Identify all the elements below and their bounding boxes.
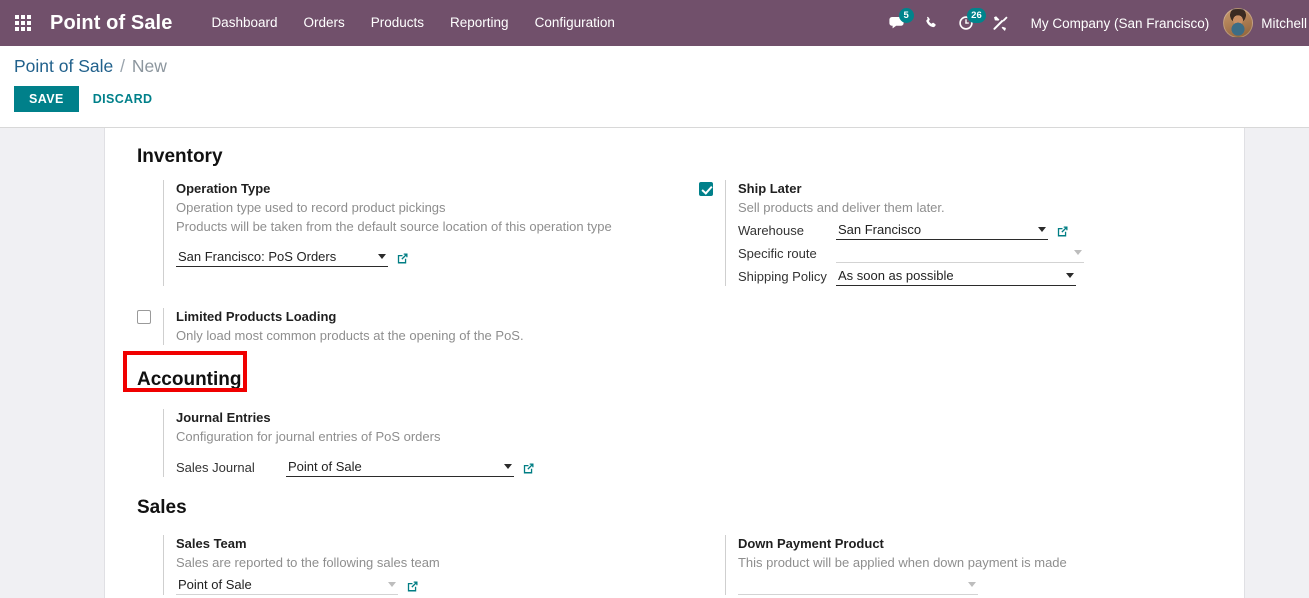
operation-type-label: Operation Type [176,180,689,198]
shipping-policy-field-line: Shipping Policy As soon as possible [738,267,1244,286]
ship-later-checkbox-cell [699,180,725,286]
shipping-policy-value: As soon as possible [838,268,954,283]
user-avatar [1223,8,1253,38]
messages-count-badge: 5 [899,8,914,23]
shipping-policy-label: Shipping Policy [738,269,836,286]
sales-team-description: Sales are reported to the following sale… [176,553,689,572]
operation-type-checkbox-spacer [137,180,163,286]
operation-type-description-1: Operation type used to record product pi… [176,198,689,217]
chevron-down-icon [968,582,976,587]
journal-entries-checkbox-spacer [137,409,163,477]
breadcrumb-separator: / [120,56,125,76]
sales-settings-row: Sales Team Sales are reported to the fol… [105,535,1244,595]
user-menu[interactable]: Mitchell [1223,8,1309,38]
sales-journal-field-line: Sales Journal Point of Sale [176,458,694,477]
main-menu: Dashboard Orders Products Reporting Conf… [198,0,627,46]
limited-products-loading-label: Limited Products Loading [176,308,694,326]
section-title-sales: Sales [137,497,187,519]
sales-team-select[interactable]: Point of Sale [176,576,398,595]
sales-team-label: Sales Team [176,535,689,553]
down-payment-checkbox-spacer [699,535,725,595]
warehouse-label: Warehouse [738,223,836,240]
down-payment-product-label: Down Payment Product [738,535,1244,553]
record-action-buttons: SAVE DISCARD [14,86,1309,112]
chevron-down-icon [1038,227,1046,232]
menu-item-products[interactable]: Products [358,0,437,46]
chevron-down-icon [1074,250,1082,255]
setting-down-payment-product: Down Payment Product This product will b… [689,535,1244,595]
apps-grid-icon[interactable] [10,0,36,46]
operation-type-description-2: Products will be taken from the default … [176,217,689,236]
wrench-screwdriver-icon[interactable] [983,0,1017,46]
sales-journal-label: Sales Journal [176,460,286,477]
user-name-label: Mitchell [1261,16,1307,31]
ship-later-description: Sell products and deliver them later. [738,198,1244,217]
shipping-policy-select[interactable]: As soon as possible [836,267,1076,286]
ship-later-checkbox[interactable] [699,182,713,196]
operation-type-internal-link-icon[interactable] [396,252,409,267]
menu-item-reporting[interactable]: Reporting [437,0,522,46]
inventory-settings-row: Operation Type Operation type used to re… [105,180,1244,286]
limited-products-loading-checkbox[interactable] [137,310,151,324]
warehouse-select[interactable]: San Francisco [836,221,1048,240]
down-payment-product-description: This product will be applied when down p… [738,553,1244,572]
chevron-down-icon [388,582,396,587]
journal-entries-description: Configuration for journal entries of PoS… [176,427,694,446]
sales-journal-value: Point of Sale [288,459,362,474]
menu-item-configuration[interactable]: Configuration [522,0,628,46]
save-button[interactable]: SAVE [14,86,79,112]
warehouse-value: San Francisco [838,222,921,237]
limited-products-loading-row: Limited Products Loading Only load most … [105,308,1244,345]
settings-sheet: Inventory Operation Type Operation type … [104,128,1245,598]
clock-activity-icon[interactable]: 26 [949,0,983,46]
sales-team-value: Point of Sale [178,577,252,592]
sales-team-checkbox-spacer [137,535,163,595]
limited-products-loading-description: Only load most common products at the op… [176,326,694,345]
setting-journal-entries: Journal Entries Configuration for journa… [105,409,694,477]
specific-route-select[interactable] [836,244,1084,263]
breadcrumb-current: New [132,56,167,76]
operation-type-select[interactable]: San Francisco: PoS Orders [176,248,388,267]
top-navbar: Point of Sale Dashboard Orders Products … [0,0,1309,46]
sales-journal-select[interactable]: Point of Sale [286,458,514,477]
breadcrumb-root[interactable]: Point of Sale [14,56,113,76]
breadcrumb: Point of Sale / New [14,56,1309,77]
sales-journal-internal-link-icon[interactable] [522,462,535,477]
limited-products-checkbox-cell [137,308,163,345]
section-title-accounting: Accounting [137,369,242,391]
setting-operation-type: Operation Type Operation type used to re… [105,180,689,286]
setting-limited-products-loading: Limited Products Loading Only load most … [105,308,694,345]
sales-team-field-line: Point of Sale [176,576,689,595]
chat-bubble-icon[interactable]: 5 [881,0,915,46]
operation-type-field-line: San Francisco: PoS Orders [176,248,689,267]
discard-button[interactable]: DISCARD [79,86,167,112]
specific-route-label: Specific route [738,246,836,263]
phone-icon[interactable] [915,0,949,46]
sales-team-internal-link-icon[interactable] [406,580,419,595]
journal-entries-label: Journal Entries [176,409,694,427]
control-panel: Point of Sale / New SAVE DISCARD [0,46,1309,128]
down-payment-product-field-line [738,576,1244,595]
menu-item-orders[interactable]: Orders [290,0,357,46]
down-payment-product-select[interactable] [738,576,978,595]
chevron-down-icon [1066,273,1074,278]
warehouse-internal-link-icon[interactable] [1056,225,1069,240]
warehouse-field-line: Warehouse San Francisco [738,221,1244,240]
specific-route-field-line: Specific route [738,244,1244,263]
menu-item-dashboard[interactable]: Dashboard [198,0,290,46]
app-brand-title[interactable]: Point of Sale [50,12,172,35]
section-title-inventory: Inventory [137,146,223,168]
ship-later-label: Ship Later [738,180,1244,198]
company-switcher[interactable]: My Company (San Francisco) [1017,16,1224,31]
setting-sales-team: Sales Team Sales are reported to the fol… [105,535,689,595]
systray: 5 26 My Company (San Francisco) [881,0,1309,46]
setting-ship-later: Ship Later Sell products and deliver the… [689,180,1244,286]
chevron-down-icon [378,254,386,259]
chevron-down-icon [504,464,512,469]
accounting-settings-row: Journal Entries Configuration for journa… [105,409,1244,477]
operation-type-value: San Francisco: PoS Orders [178,249,336,264]
form-scroll-area[interactable]: Inventory Operation Type Operation type … [0,128,1309,598]
